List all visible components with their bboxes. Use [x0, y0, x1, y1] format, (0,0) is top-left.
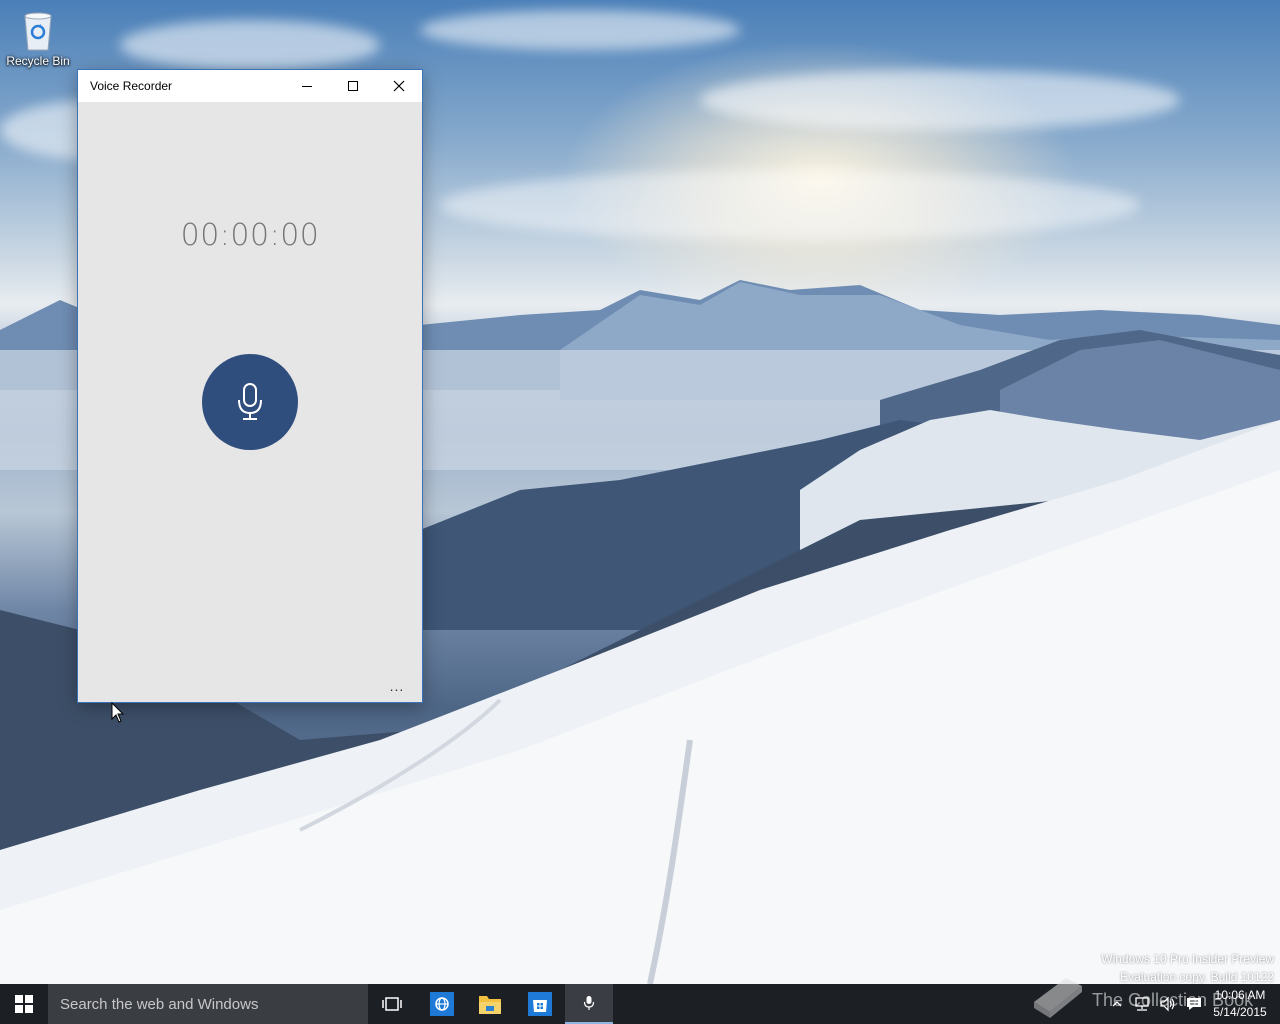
- maximize-icon: [348, 81, 358, 91]
- file-explorer-icon: [479, 996, 501, 1014]
- cloud: [120, 20, 380, 70]
- maximize-button[interactable]: [330, 70, 376, 102]
- taskbar: Search the web and Windows 10:06 AM 5/14…: [0, 984, 1280, 1024]
- minimize-button[interactable]: [284, 70, 330, 102]
- minimize-icon: [302, 86, 312, 87]
- recycle-bin-icon: [21, 8, 55, 52]
- voice-recorder-icon: [583, 996, 595, 1010]
- task-view-button[interactable]: [368, 984, 416, 1024]
- internet-explorer-icon: [430, 992, 454, 1016]
- build-watermark: Windows 10 Pro Insider Preview Evaluatio…: [1101, 950, 1274, 986]
- voice-recorder-taskbar-button[interactable]: [565, 984, 613, 1024]
- close-icon: [393, 80, 405, 92]
- store-button[interactable]: [516, 984, 564, 1024]
- windows-logo-icon: [15, 995, 33, 1013]
- close-button[interactable]: [376, 70, 422, 102]
- task-view-icon: [382, 997, 402, 1011]
- desktop-icon-label: Recycle Bin: [6, 54, 70, 68]
- record-button[interactable]: [202, 354, 298, 450]
- microphone-icon: [238, 383, 262, 420]
- cloud: [700, 70, 1180, 130]
- window-title: Voice Recorder: [90, 79, 173, 93]
- watermark-line1: Windows 10 Pro Insider Preview: [1101, 952, 1274, 966]
- mouse-cursor-icon: [111, 702, 125, 723]
- internet-explorer-button[interactable]: [418, 984, 466, 1024]
- voice-recorder-window: Voice Recorder 00:00:00 ...: [78, 70, 422, 702]
- cloud: [420, 10, 740, 50]
- start-button[interactable]: [0, 984, 48, 1024]
- recording-timer: 00:00:00: [180, 218, 320, 253]
- search-placeholder: Search the web and Windows: [60, 996, 259, 1013]
- book-logo-icon: [1034, 978, 1082, 1018]
- overlay-text: The Collection Book: [1092, 990, 1254, 1010]
- more-options-button[interactable]: ...: [382, 676, 412, 696]
- store-icon: [528, 992, 552, 1016]
- file-explorer-button[interactable]: [466, 984, 514, 1024]
- cloud: [440, 170, 1140, 240]
- desktop-icon-recycle-bin[interactable]: Recycle Bin: [4, 6, 72, 68]
- title-bar[interactable]: Voice Recorder: [78, 70, 422, 102]
- search-box[interactable]: Search the web and Windows: [48, 984, 368, 1024]
